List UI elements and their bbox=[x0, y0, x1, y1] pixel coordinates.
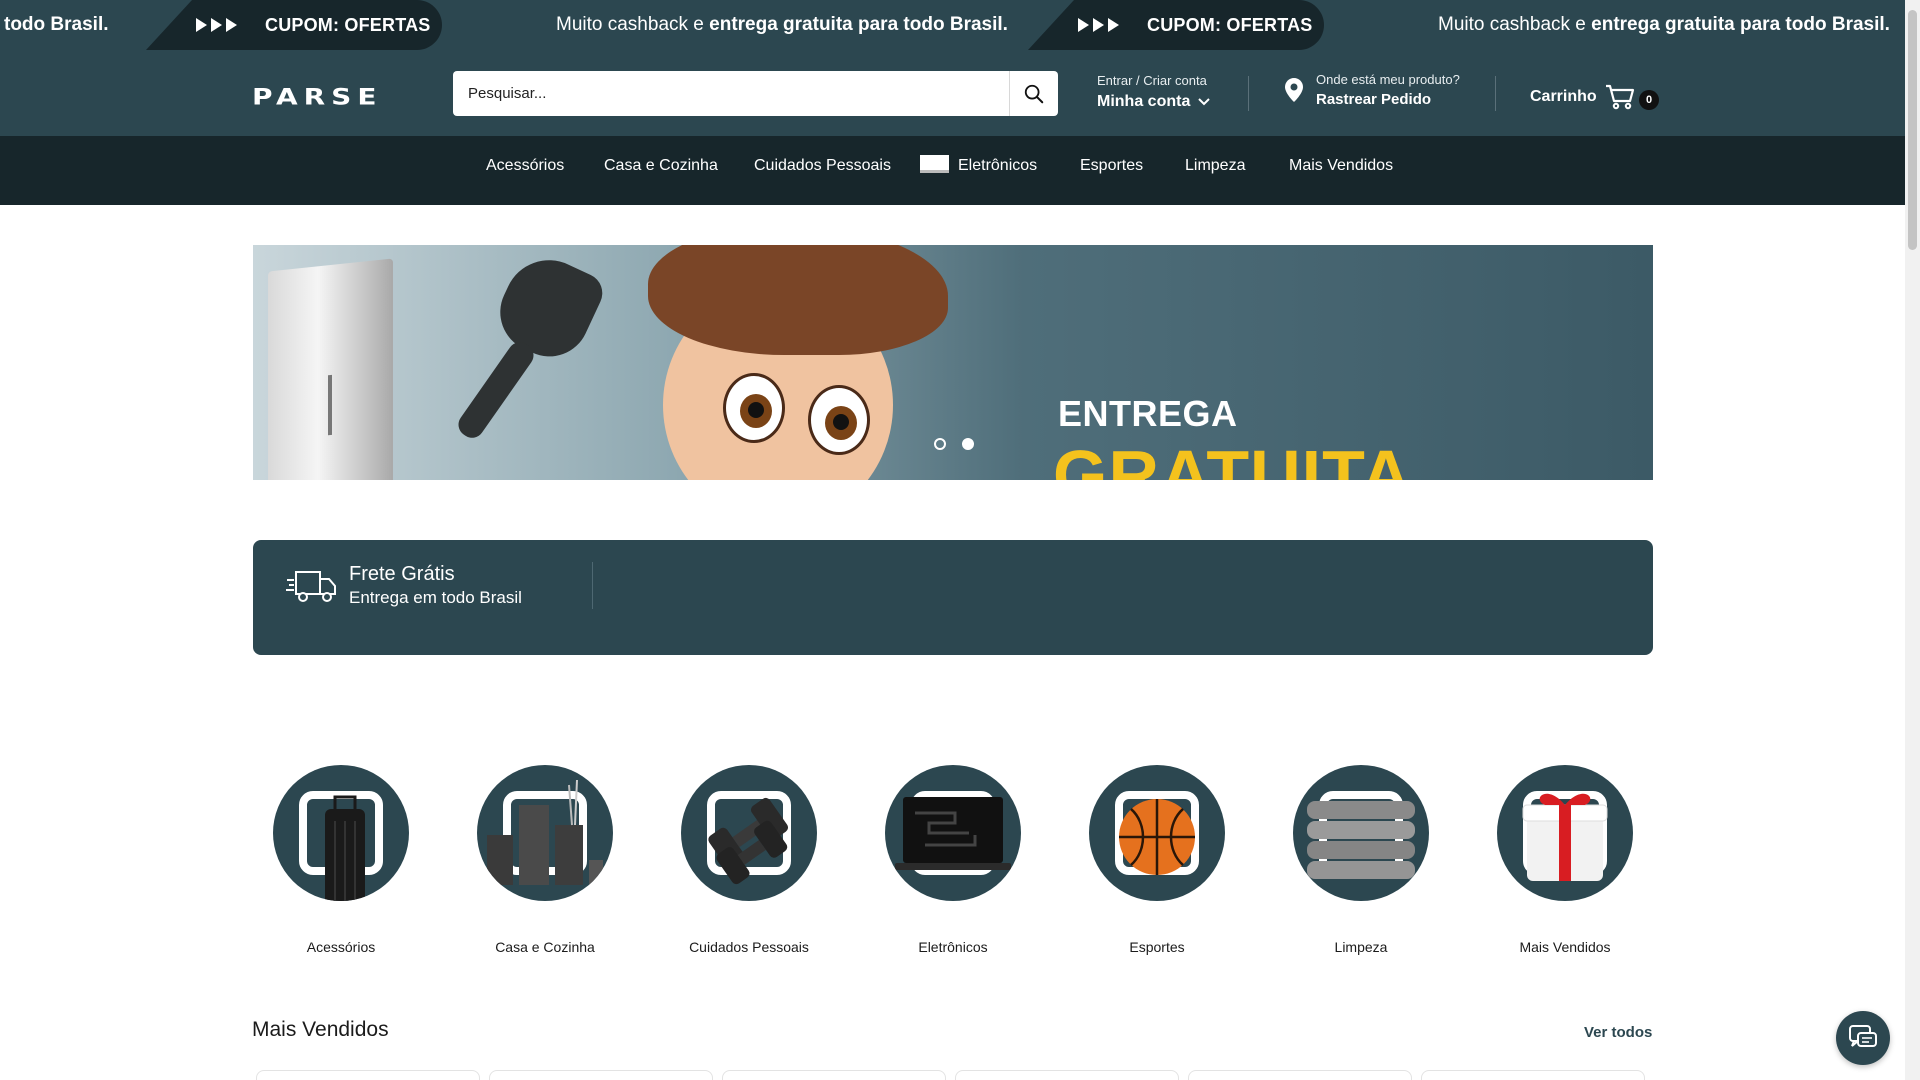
page-scrollbar[interactable] bbox=[1905, 0, 1920, 1080]
refrigerator-image bbox=[268, 258, 393, 480]
section-title: Mais Vendidos bbox=[252, 1018, 389, 1041]
category-esportes[interactable]: Esportes bbox=[1067, 765, 1247, 955]
category-circle bbox=[885, 765, 1021, 901]
category-label: Casa e Cozinha bbox=[495, 939, 595, 955]
category-circle bbox=[273, 765, 409, 901]
cart-count-badge: 0 bbox=[1639, 90, 1659, 110]
shipping-info-bar: Frete Grátis Entrega em todo Brasil bbox=[253, 540, 1653, 655]
track-label: Rastrear Pedido bbox=[1316, 91, 1432, 108]
basketball-icon bbox=[1119, 799, 1195, 875]
category-label: Mais Vendidos bbox=[1519, 939, 1611, 955]
coupon-code: OFERTAS bbox=[344, 14, 431, 35]
chat-button[interactable] bbox=[1836, 1011, 1890, 1065]
coupon-badge[interactable]: CUPOM: OFERTAS bbox=[146, 0, 442, 50]
laptop-icon bbox=[895, 797, 1011, 870]
announcement-message: Muito cashback e entrega gratuita para t… bbox=[1438, 14, 1890, 35]
account-label: Minha conta bbox=[1097, 93, 1191, 110]
page: todo Brasil. CUPOM: OFERTAS Muito cashba… bbox=[0, 0, 1920, 1080]
announcement-fragment: todo Brasil. bbox=[4, 14, 109, 35]
hair-dryer-image bbox=[487, 245, 609, 370]
category-eletronicos[interactable]: Eletrônicos bbox=[863, 765, 1043, 955]
main-nav: Acessórios Casa e Cozinha Cuidados Pesso… bbox=[0, 136, 1905, 205]
bathroom-set-icon bbox=[487, 779, 603, 885]
carousel-dot[interactable] bbox=[934, 438, 946, 450]
category-label: Limpeza bbox=[1334, 939, 1388, 955]
category-label: Esportes bbox=[1129, 939, 1185, 955]
nav-item-mais-vendidos[interactable]: Mais Vendidos bbox=[1289, 136, 1393, 205]
location-pin-icon bbox=[1285, 78, 1303, 102]
scrollbar-thumb[interactable] bbox=[1908, 10, 1917, 250]
track-small-label: Onde está meu produto? bbox=[1316, 72, 1460, 87]
category-label: Acessórios bbox=[306, 939, 376, 955]
cart-label: Carrinho bbox=[1530, 88, 1597, 105]
track-order-link[interactable]: Onde está meu produto? Rastrear Pedido bbox=[1285, 72, 1460, 108]
search-bar bbox=[453, 71, 1058, 116]
triple-arrow-icon bbox=[196, 18, 237, 32]
shipping-title: Frete Grátis bbox=[349, 563, 455, 585]
nav-item-casa-e-cozinha[interactable]: Casa e Cozinha bbox=[604, 136, 718, 205]
category-limpeza[interactable]: Limpeza bbox=[1271, 765, 1451, 955]
category-circle bbox=[1089, 765, 1225, 901]
account-menu[interactable]: Entrar / Criar conta Minha conta bbox=[1097, 73, 1211, 111]
carousel-dots bbox=[934, 438, 974, 450]
divider bbox=[592, 562, 593, 609]
category-acessorios[interactable]: Acessórios bbox=[251, 765, 431, 955]
divider bbox=[1495, 76, 1496, 111]
category-label: Cuidados Pessoais bbox=[689, 939, 809, 955]
chevron-down-icon bbox=[1198, 98, 1211, 106]
product-card[interactable] bbox=[722, 1070, 946, 1080]
category-circle bbox=[477, 765, 613, 901]
tv-icon bbox=[920, 155, 949, 174]
coupon-code: OFERTAS bbox=[1226, 14, 1313, 35]
product-card[interactable] bbox=[256, 1070, 480, 1080]
category-label: Eletrônicos bbox=[918, 939, 988, 955]
coupon-badge[interactable]: CUPOM: OFERTAS bbox=[1028, 0, 1324, 50]
hero-title-2: GRATUITA bbox=[1053, 436, 1413, 480]
site-header: PARSE Entrar / Criar conta Minha conta O… bbox=[0, 50, 1905, 136]
cartoon-boy-hair bbox=[648, 245, 948, 355]
hero-title: ENTREGA bbox=[1058, 393, 1238, 434]
gift-icon bbox=[1522, 793, 1608, 881]
category-circle bbox=[1293, 765, 1429, 901]
cart-icon bbox=[1605, 84, 1634, 110]
product-card[interactable] bbox=[955, 1070, 1179, 1080]
truck-icon bbox=[286, 571, 336, 602]
nav-item-cuidados-pessoais[interactable]: Cuidados Pessoais bbox=[754, 136, 891, 205]
shipping-subtitle: Entrega em todo Brasil bbox=[349, 588, 522, 607]
nav-item-esportes[interactable]: Esportes bbox=[1080, 136, 1143, 205]
category-circle bbox=[681, 765, 817, 901]
product-card[interactable] bbox=[1421, 1070, 1645, 1080]
hair-dryer-handle bbox=[453, 337, 539, 443]
triple-arrow-icon bbox=[1078, 18, 1119, 32]
dumbbell-icon bbox=[708, 797, 788, 885]
towels-icon bbox=[1307, 801, 1415, 879]
chat-bubbles-icon bbox=[1849, 1025, 1877, 1047]
search-input[interactable] bbox=[453, 71, 1009, 116]
product-card[interactable] bbox=[1188, 1070, 1412, 1080]
nav-item-acessorios[interactable]: Acessórios bbox=[486, 136, 564, 205]
announcement-message: Muito cashback e entrega gratuita para t… bbox=[556, 14, 1008, 35]
carousel-dot-active[interactable] bbox=[962, 438, 974, 450]
search-button[interactable] bbox=[1009, 71, 1058, 116]
product-card[interactable] bbox=[489, 1070, 713, 1080]
announcement-bar: todo Brasil. CUPOM: OFERTAS Muito cashba… bbox=[0, 0, 1905, 50]
cartoon-eye bbox=[723, 373, 785, 443]
category-casa-e-cozinha[interactable]: Casa e Cozinha bbox=[455, 765, 635, 955]
account-small-label: Entrar / Criar conta bbox=[1097, 73, 1207, 88]
nav-item-limpeza[interactable]: Limpeza bbox=[1185, 136, 1245, 205]
logo[interactable]: PARSE bbox=[252, 84, 382, 110]
hero-banner[interactable]: ENTREGA GRATUITA bbox=[253, 245, 1653, 480]
divider bbox=[1248, 76, 1249, 111]
cart-button[interactable]: Carrinho 0 bbox=[1530, 84, 1659, 110]
category-cuidados-pessoais[interactable]: Cuidados Pessoais bbox=[659, 765, 839, 955]
cartoon-eye bbox=[808, 385, 870, 455]
nav-item-eletronicos[interactable]: Eletrônicos bbox=[920, 136, 1037, 205]
category-mais-vendidos[interactable]: Mais Vendidos bbox=[1475, 765, 1655, 955]
search-icon bbox=[1024, 84, 1044, 103]
view-all-link[interactable]: Ver todos bbox=[1584, 1024, 1652, 1041]
category-circle bbox=[1497, 765, 1633, 901]
suitcase-icon bbox=[325, 795, 365, 901]
